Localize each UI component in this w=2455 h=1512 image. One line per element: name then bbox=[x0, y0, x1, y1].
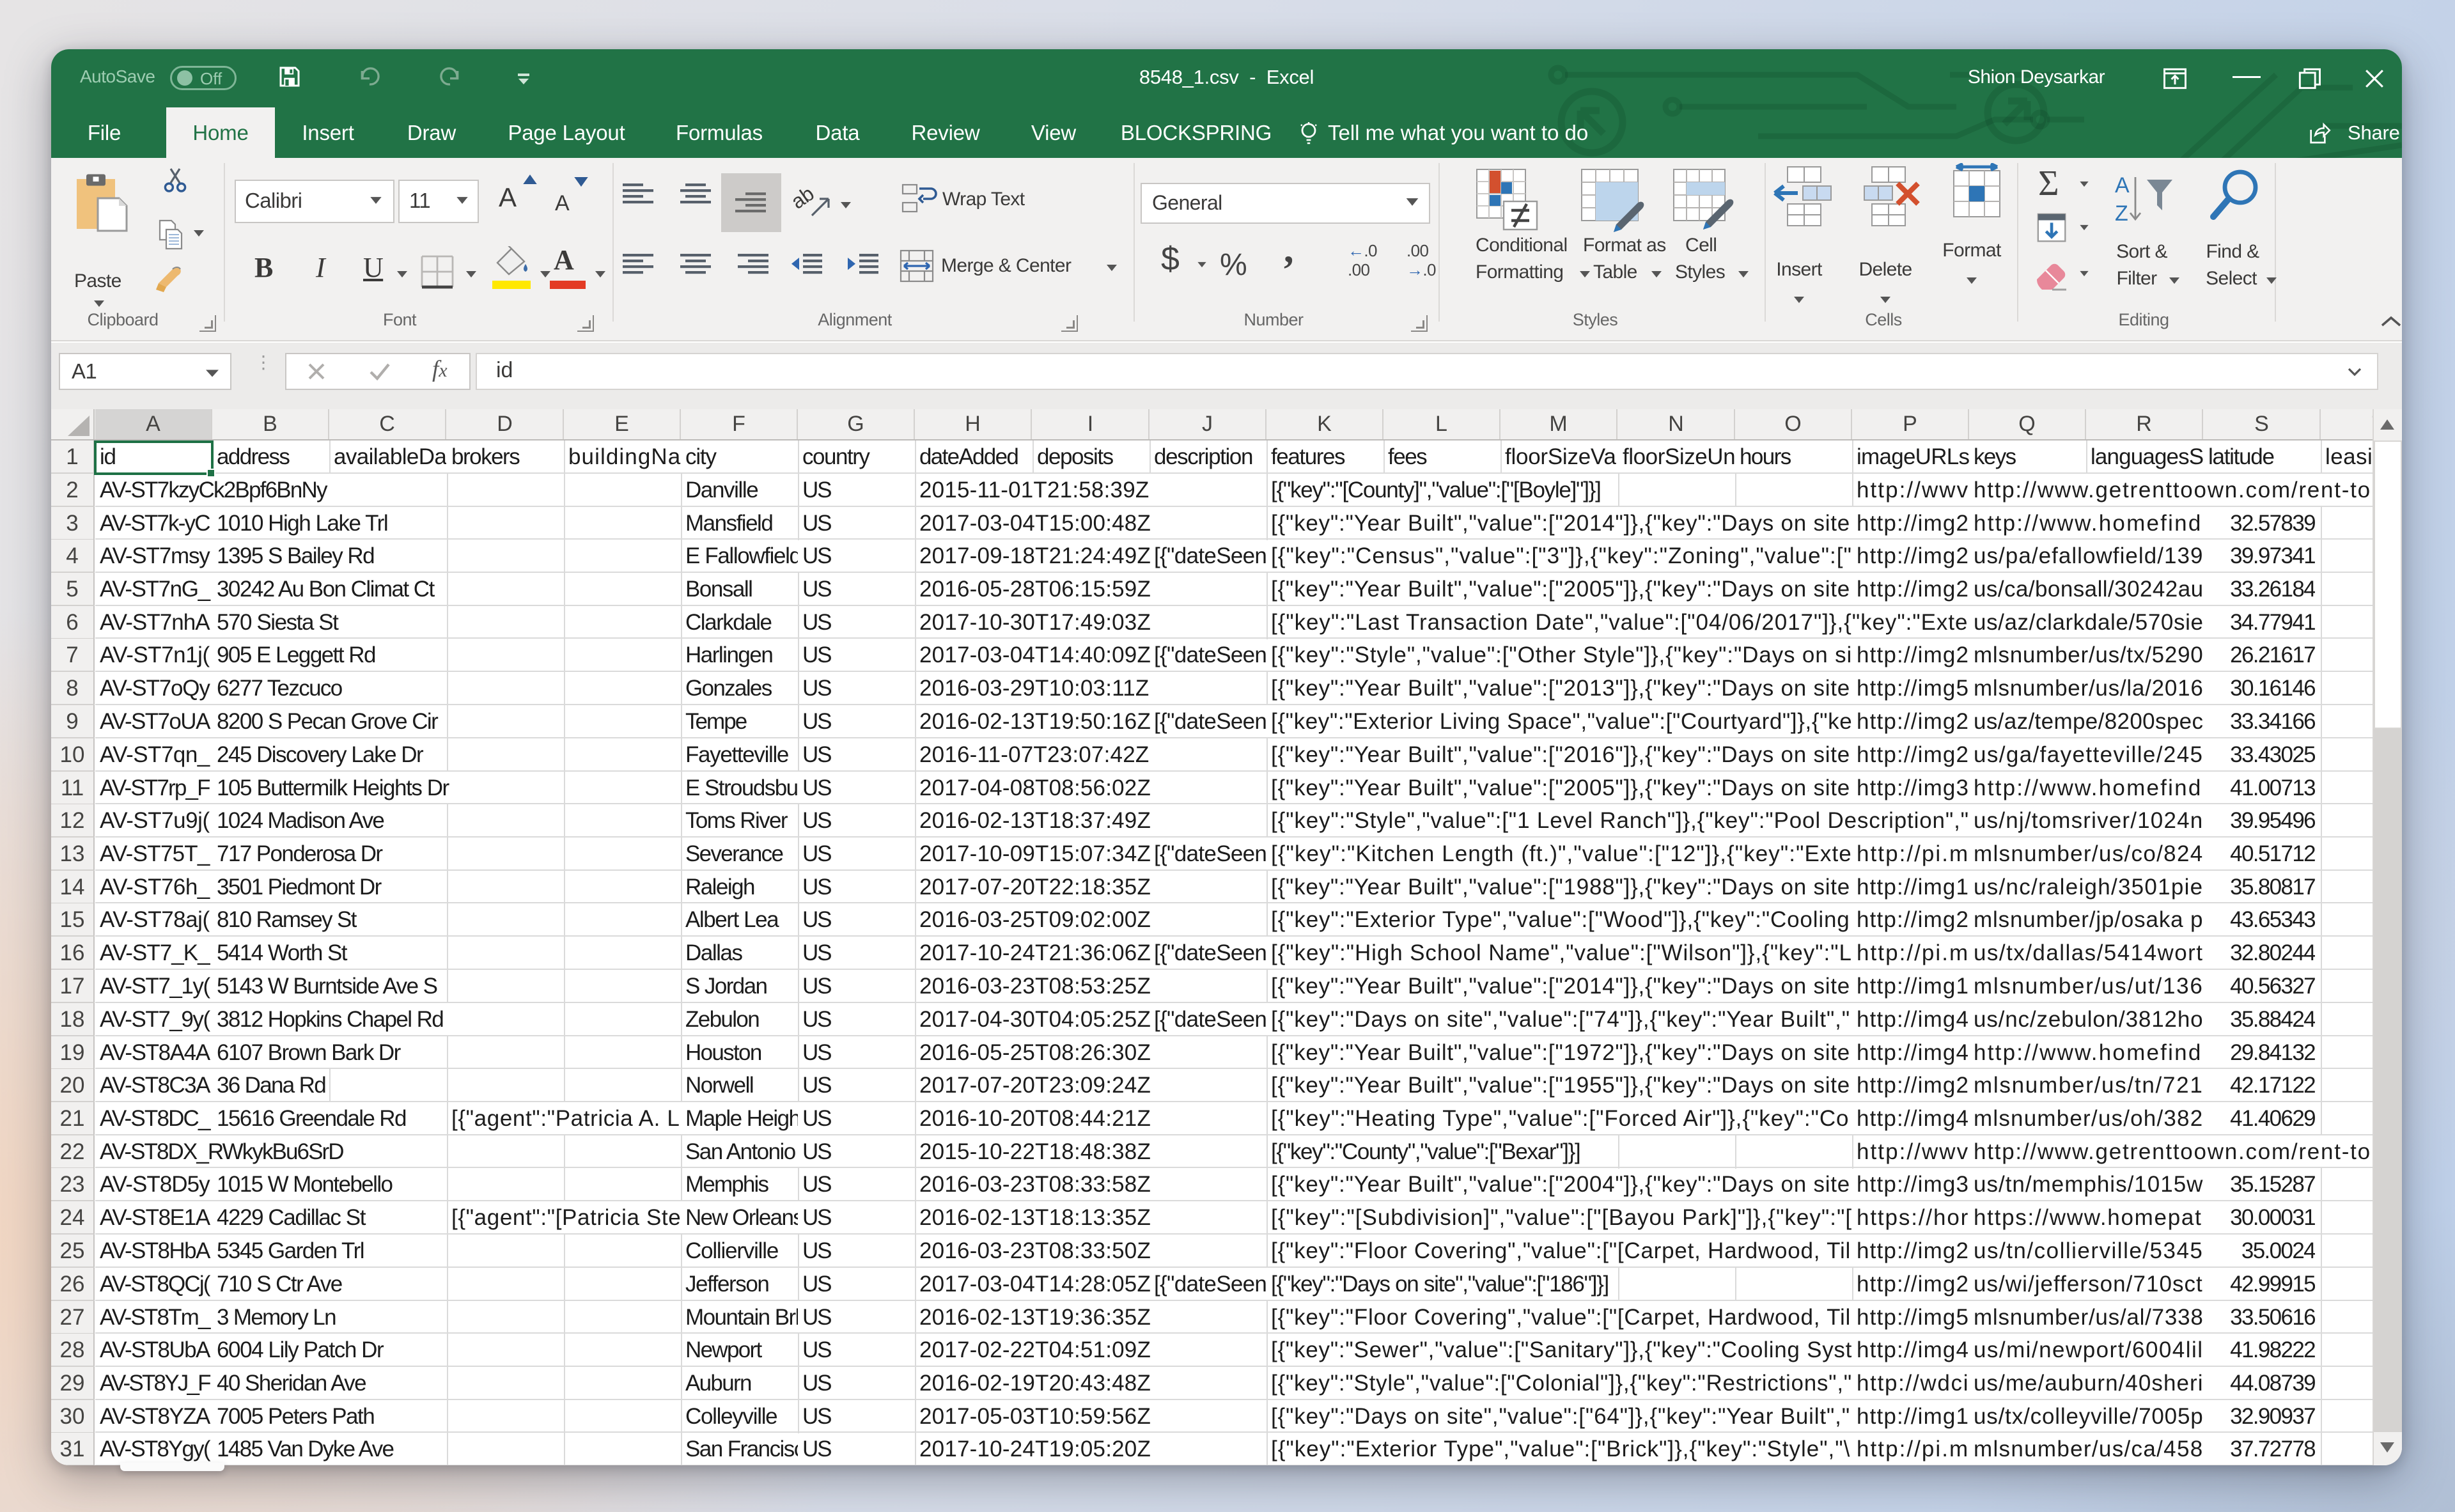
svg-text:A: A bbox=[2115, 173, 2130, 198]
svg-text:Z: Z bbox=[2115, 201, 2128, 226]
